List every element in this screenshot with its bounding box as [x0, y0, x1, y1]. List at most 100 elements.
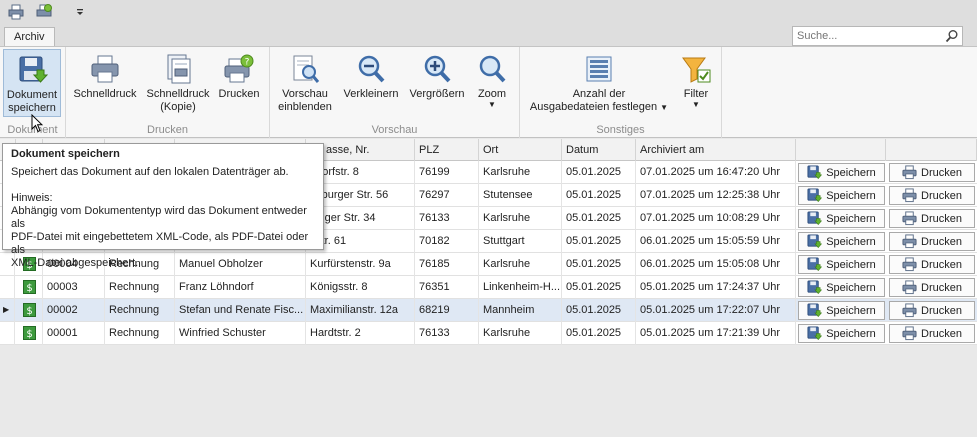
row-save-button[interactable]: Speichern: [798, 301, 885, 320]
cell-datum[interactable]: 05.01.2025: [562, 322, 636, 345]
row-indicator-arrow-icon[interactable]: ▶: [0, 299, 15, 322]
cell-name[interactable]: Franz Löhndorf: [175, 276, 306, 299]
cell-plz[interactable]: 76133: [415, 207, 479, 230]
cell-datum[interactable]: 05.01.2025: [562, 207, 636, 230]
cell-archived[interactable]: 06.01.2025 um 15:05:59 Uhr: [636, 230, 796, 253]
cell-ort[interactable]: Stuttgart: [479, 230, 562, 253]
show-preview-button[interactable]: Vorschau einblenden: [274, 49, 336, 117]
quick-print-copy-button[interactable]: Schnelldruck (Kopie): [144, 49, 212, 117]
row-print-button[interactable]: Drucken: [889, 255, 975, 274]
cell-number[interactable]: 00003: [43, 276, 105, 299]
cell-plz[interactable]: 76351: [415, 276, 479, 299]
save-row-icon: [807, 326, 823, 341]
cell-street[interactable]: Kurfürstenstr. 9a: [306, 253, 415, 276]
cell-archived[interactable]: 05.01.2025 um 17:24:37 Uhr: [636, 276, 796, 299]
row-save-label: Speichern: [826, 327, 876, 340]
save-row-icon: [807, 211, 823, 226]
cell-ort[interactable]: Karlsruhe: [479, 322, 562, 345]
quick-access-toolbar: [0, 0, 977, 24]
header-datum[interactable]: Datum: [562, 139, 636, 161]
quick-print-button[interactable]: Schnelldruck: [70, 49, 140, 117]
set-output-count-button[interactable]: Anzahl der Ausgabedateien festlegen ▼: [524, 49, 674, 117]
cell-archived[interactable]: 07.01.2025 um 12:25:38 Uhr: [636, 184, 796, 207]
row-save-button[interactable]: Speichern: [798, 186, 885, 205]
print-row-icon: [902, 326, 917, 341]
cell-datum[interactable]: 05.01.2025: [562, 184, 636, 207]
print-settings-icon: [36, 4, 52, 17]
row-print-button[interactable]: Drucken: [889, 163, 975, 182]
row-print-button[interactable]: Drucken: [889, 186, 975, 205]
search-input[interactable]: [793, 27, 943, 45]
tab-archiv[interactable]: Archiv: [4, 27, 55, 48]
qat-print-button[interactable]: [5, 3, 27, 21]
cell-street[interactable]: Maximilianstr. 12a: [306, 299, 415, 322]
qat-print-settings-button[interactable]: [33, 3, 55, 21]
header-save: [796, 139, 886, 161]
cell-archived[interactable]: 05.01.2025 um 17:21:39 Uhr: [636, 322, 796, 345]
header-plz[interactable]: PLZ: [415, 139, 479, 161]
row-print-button[interactable]: Drucken: [889, 324, 975, 343]
header-ort[interactable]: Ort: [479, 139, 562, 161]
search-box[interactable]: [792, 26, 963, 46]
cell-archived[interactable]: 05.01.2025 um 17:22:07 Uhr: [636, 299, 796, 322]
table-row[interactable]: $00001 Rechnung Winfried Schuster Hardtstr.…: [0, 322, 977, 345]
search-icon[interactable]: [945, 29, 959, 43]
row-indicator[interactable]: [0, 322, 15, 345]
cell-archived[interactable]: 07.01.2025 um 10:08:29 Uhr: [636, 207, 796, 230]
cell-datum[interactable]: 05.01.2025: [562, 276, 636, 299]
zoom-dropdown-button[interactable]: Zoom ▼: [472, 49, 512, 117]
cell-ort[interactable]: Karlsruhe: [479, 253, 562, 276]
cell-ort[interactable]: Karlsruhe: [479, 207, 562, 230]
table-row[interactable]: ▶ $00002 Rechnung Stefan und Renate Fisc...…: [0, 299, 977, 322]
cell-street[interactable]: Königsstr. 8: [306, 276, 415, 299]
row-print-button[interactable]: Drucken: [889, 209, 975, 228]
print-button[interactable]: ? Drucken: [216, 49, 262, 117]
cell-archived[interactable]: 07.01.2025 um 16:47:20 Uhr: [636, 161, 796, 184]
row-print-button[interactable]: Drucken: [889, 232, 975, 251]
save-document-button[interactable]: Dokument speichern: [3, 49, 61, 117]
cell-type[interactable]: Rechnung: [105, 299, 175, 322]
cell-type[interactable]: Rechnung: [105, 276, 175, 299]
cell-ort[interactable]: Stutensee: [479, 184, 562, 207]
cell-number[interactable]: 00001: [43, 322, 105, 345]
row-print-label: Drucken: [921, 189, 962, 202]
cell-datum[interactable]: 05.01.2025: [562, 230, 636, 253]
qat-customize-button[interactable]: [69, 3, 91, 21]
group-caption-vorschau: Vorschau: [371, 124, 418, 136]
cell-plz[interactable]: 76133: [415, 322, 479, 345]
row-save-button[interactable]: Speichern: [798, 232, 885, 251]
row-save-button[interactable]: Speichern: [798, 163, 885, 182]
svg-text:$: $: [26, 329, 32, 340]
cell-name[interactable]: Winfried Schuster: [175, 322, 306, 345]
cell-ort[interactable]: Linkenheim-H...: [479, 276, 562, 299]
filter-button[interactable]: Filter ▼: [676, 49, 716, 117]
cell-plz[interactable]: 76297: [415, 184, 479, 207]
row-print-label: Drucken: [921, 281, 962, 294]
row-save-button[interactable]: Speichern: [798, 209, 885, 228]
row-save-button[interactable]: Speichern: [798, 255, 885, 274]
cell-archived[interactable]: 06.01.2025 um 15:05:08 Uhr: [636, 253, 796, 276]
table-row[interactable]: $00003 Rechnung Franz Löhndorf Königsstr. 8…: [0, 276, 977, 299]
cell-number[interactable]: 00002: [43, 299, 105, 322]
cell-datum[interactable]: 05.01.2025: [562, 299, 636, 322]
row-save-button[interactable]: Speichern: [798, 324, 885, 343]
cell-type[interactable]: Rechnung: [105, 322, 175, 345]
row-indicator[interactable]: [0, 276, 15, 299]
save-row-icon: [807, 165, 823, 180]
cell-plz[interactable]: 68219: [415, 299, 479, 322]
cell-plz[interactable]: 76199: [415, 161, 479, 184]
row-print-button[interactable]: Drucken: [889, 301, 975, 320]
header-archived[interactable]: Archiviert am: [636, 139, 796, 161]
cell-datum[interactable]: 05.01.2025: [562, 161, 636, 184]
cell-street[interactable]: Hardtstr. 2: [306, 322, 415, 345]
row-print-button[interactable]: Drucken: [889, 278, 975, 297]
row-save-button[interactable]: Speichern: [798, 278, 885, 297]
cell-plz[interactable]: 76185: [415, 253, 479, 276]
cell-name[interactable]: Stefan und Renate Fisc...: [175, 299, 306, 322]
cell-ort[interactable]: Mannheim: [479, 299, 562, 322]
cell-ort[interactable]: Karlsruhe: [479, 161, 562, 184]
zoom-in-button[interactable]: Vergrößern: [406, 49, 468, 117]
cell-datum[interactable]: 05.01.2025: [562, 253, 636, 276]
zoom-out-button[interactable]: Verkleinern: [340, 49, 402, 117]
cell-plz[interactable]: 70182: [415, 230, 479, 253]
